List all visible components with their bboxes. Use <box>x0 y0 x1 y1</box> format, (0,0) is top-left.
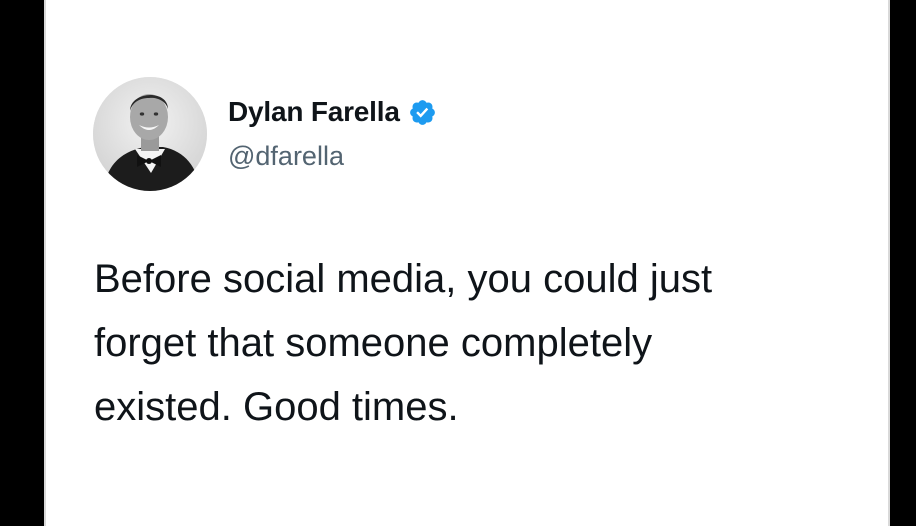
tweet-text-line-2: forget that someone completely <box>94 321 653 365</box>
tweet-text-line-3: existed. Good times. <box>94 385 459 429</box>
screenshot-frame: Dylan Farella @dfarella Before social me… <box>0 0 916 526</box>
author-name-row: Dylan Farella <box>228 96 437 128</box>
verified-badge-icon <box>408 98 437 127</box>
tweet-text: Before social media, you could just forge… <box>94 247 854 439</box>
tweet-text-line-1: Before social media, you could just <box>94 257 713 301</box>
tweet-card: Dylan Farella @dfarella Before social me… <box>44 0 890 526</box>
author-display-name[interactable]: Dylan Farella <box>228 96 400 128</box>
profile-photo <box>93 77 207 191</box>
author-handle[interactable]: @dfarella <box>228 141 344 172</box>
avatar[interactable] <box>93 77 207 191</box>
